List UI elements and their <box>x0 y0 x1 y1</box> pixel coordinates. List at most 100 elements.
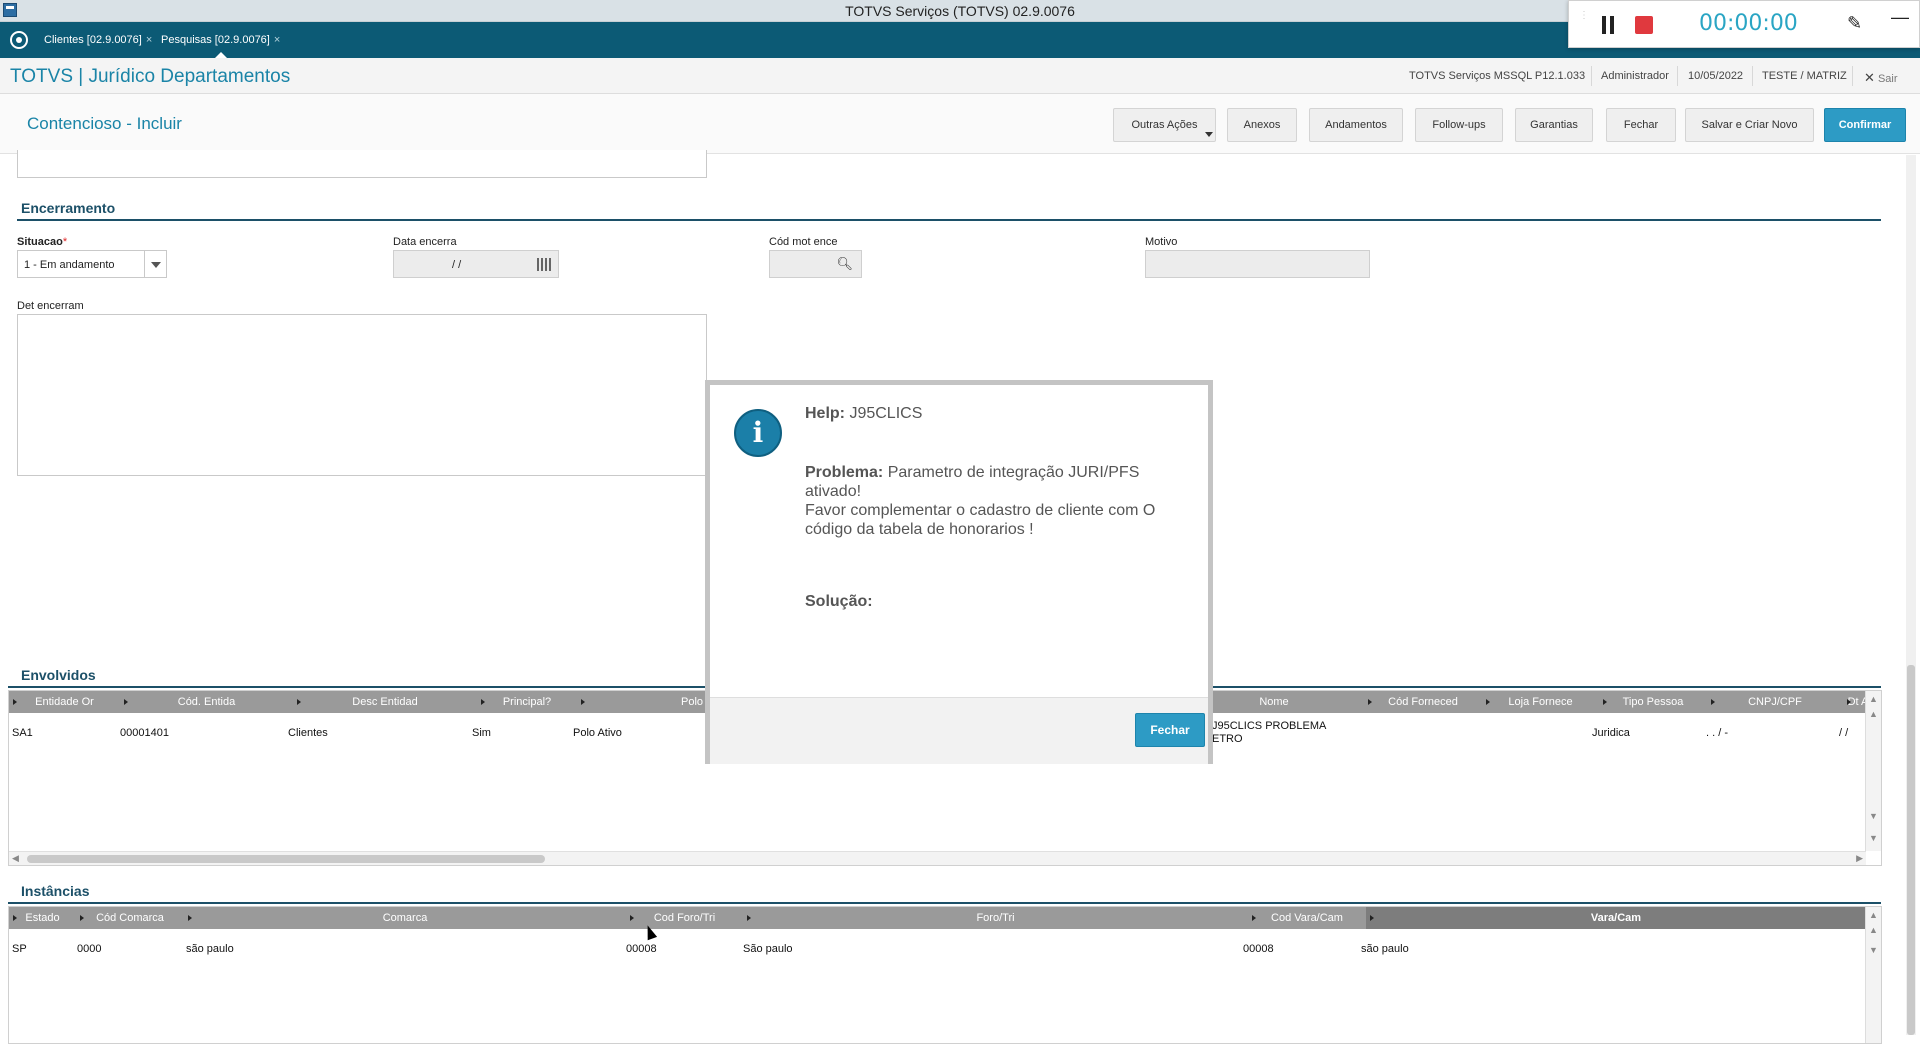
situacao-value: 1 - Em andamento <box>24 259 115 271</box>
confirmar-button[interactable]: Confirmar <box>1824 108 1906 142</box>
chevron-down-icon <box>1205 132 1213 137</box>
pen-icon[interactable]: ✎ <box>1847 13 1862 34</box>
info-icon: i <box>734 409 782 457</box>
scroll-top-icon[interactable]: ▲ <box>1869 694 1878 704</box>
column-header[interactable]: Cod Vara/Cam <box>1248 907 1366 929</box>
situacao-select[interactable]: 1 - Em andamento <box>17 250 167 278</box>
chevron-down-icon[interactable] <box>144 251 166 277</box>
solucao-label: Solução: <box>805 593 873 610</box>
cell-nome-line2: ETRO <box>1212 733 1243 745</box>
exit-button[interactable]: ✕ Sair <box>1864 70 1898 86</box>
column-header[interactable]: CNPJ/CPF <box>1707 691 1843 713</box>
scroll-down-icon[interactable]: ▼ <box>1869 811 1878 821</box>
screen-recorder: ⋮ 00:00:00 ✎ — <box>1568 0 1920 48</box>
column-header[interactable]: Cód. Entida <box>120 691 293 713</box>
column-header[interactable]: Foro/Tri <box>743 907 1248 929</box>
column-header[interactable]: Loja Fornece <box>1482 691 1599 713</box>
scrollbar-thumb[interactable] <box>27 855 545 863</box>
cell-dt: / / <box>1839 727 1849 739</box>
tab-clientes[interactable]: Clientes [02.9.0076] × <box>44 31 152 49</box>
cell-cod-entidade: 00001401 <box>120 727 169 739</box>
close-icon[interactable]: × <box>146 34 152 46</box>
stop-icon[interactable] <box>1635 16 1653 34</box>
salvar-criar-novo-button[interactable]: Salvar e Criar Novo <box>1685 108 1814 142</box>
followups-button[interactable]: Follow-ups <box>1415 108 1503 142</box>
drag-handle-icon[interactable]: ⋮ <box>1579 11 1589 37</box>
column-header[interactable]: Principal? <box>477 691 577 713</box>
tab-label: Pesquisas [02.9.0076] <box>161 34 270 46</box>
anexos-button[interactable]: Anexos <box>1227 108 1297 142</box>
fechar-button[interactable]: Fechar <box>1606 108 1676 142</box>
instancias-grid: Estado Cód Comarca Comarca Cod Foro/Tri … <box>8 906 1882 1044</box>
minimize-icon[interactable]: — <box>1891 7 1909 28</box>
calendar-icon[interactable] <box>537 258 552 271</box>
det-encerram-label: Det encerram <box>17 300 84 312</box>
close-icon[interactable]: × <box>274 34 280 46</box>
cod-mot-ence-label: Cód mot ence <box>769 236 838 248</box>
scroll-up-icon[interactable]: ▲ <box>1869 709 1878 719</box>
cell-cod-comarca: 0000 <box>77 943 102 955</box>
garantias-button[interactable]: Garantias <box>1515 108 1593 142</box>
cell-cod-vara: 00008 <box>1243 943 1274 955</box>
section-encerramento-title: Encerramento <box>21 200 116 216</box>
cell-entidade: SA1 <box>12 727 33 739</box>
motivo-field[interactable] <box>1145 250 1370 278</box>
section-divider <box>17 219 1881 221</box>
page-scrollbar[interactable] <box>1906 155 1916 1035</box>
grid-vertical-scrollbar[interactable]: ▲ ▲ ▼ <box>1865 907 1881 1043</box>
dialog-fechar-button[interactable]: Fechar <box>1135 713 1205 747</box>
scroll-down-icon[interactable]: ▼ <box>1869 945 1878 955</box>
section-envolvidos-title: Envolvidos <box>21 667 96 683</box>
tab-pesquisas[interactable]: Pesquisas [02.9.0076] × <box>161 31 280 58</box>
cell-tipo-pessoa: Juridica <box>1592 727 1630 739</box>
column-header[interactable]: Comarca <box>184 907 626 929</box>
data-encerra-field[interactable]: / / <box>393 250 559 278</box>
grid-horizontal-scrollbar[interactable]: ◀ ▶ <box>9 851 1866 865</box>
totvs-logo-icon[interactable] <box>10 31 28 49</box>
company-branch: TESTE / MATRIZ <box>1762 70 1847 82</box>
column-header[interactable]: Vara/Cam <box>1366 907 1866 929</box>
problema-line: ativado! <box>805 483 862 500</box>
required-marker: * <box>62 236 68 248</box>
situacao-label: Situacao* <box>17 236 67 248</box>
andamentos-button[interactable]: Andamentos <box>1309 108 1403 142</box>
cod-mot-ence-field[interactable]: 🔍︎ <box>769 250 862 278</box>
scroll-up-icon[interactable]: ▲ <box>1869 925 1878 935</box>
scroll-right-icon[interactable]: ▶ <box>1856 853 1863 864</box>
column-header[interactable]: Cód Comarca <box>76 907 184 929</box>
solucao-line: Solução: <box>805 593 873 611</box>
grid-vertical-scrollbar[interactable]: ▲ ▲ ▼ ▼ <box>1865 691 1881 851</box>
section-instancias-title: Instâncias <box>21 883 90 899</box>
pause-icon[interactable] <box>1601 16 1615 34</box>
cell-cod-foro: 00008 <box>626 943 657 955</box>
data-encerra-value: / / <box>452 259 462 271</box>
cell-estado: SP <box>12 943 27 955</box>
problema-line: código da tabela de honorarios ! <box>805 521 1034 538</box>
outras-acoes-button[interactable]: Outras Ações <box>1113 108 1216 142</box>
page-title: Contencioso - Incluir <box>27 114 182 133</box>
problema-line: Parametro de integração JURI/PFS <box>887 464 1140 481</box>
scroll-bottom-icon[interactable]: ▼ <box>1869 833 1878 843</box>
user-name: Administrador <box>1601 70 1669 82</box>
det-encerram-textarea[interactable] <box>17 314 707 476</box>
column-header[interactable]: Entidade Or <box>9 691 120 713</box>
column-header[interactable]: Estado <box>9 907 76 929</box>
grid-header: Estado Cód Comarca Comarca Cod Foro/Tri … <box>9 907 1866 929</box>
search-icon[interactable]: 🔍︎ <box>836 256 853 272</box>
cell-cnpj-cpf: . . / - <box>1706 727 1728 739</box>
divider <box>1591 66 1592 86</box>
exit-label: Sair <box>1877 73 1898 85</box>
divider <box>1752 66 1753 86</box>
column-header[interactable]: Tipo Pessoa <box>1599 691 1707 713</box>
scroll-top-icon[interactable]: ▲ <box>1869 910 1878 920</box>
column-header[interactable]: Desc Entidad <box>293 691 477 713</box>
column-header[interactable]: Cód Forneced <box>1364 691 1482 713</box>
recording-timer: 00:00:00 <box>1699 11 1798 36</box>
scrollbar-thumb[interactable] <box>1907 665 1915 1035</box>
server-info: TOTVS Serviços MSSQL P12.1.033 <box>1409 70 1586 82</box>
divider <box>1677 66 1678 86</box>
previous-textarea[interactable] <box>17 150 707 178</box>
help-label: Help: <box>805 405 845 422</box>
scroll-left-icon[interactable]: ◀ <box>12 853 19 864</box>
help-line: Help: J95CLICS <box>805 405 922 423</box>
